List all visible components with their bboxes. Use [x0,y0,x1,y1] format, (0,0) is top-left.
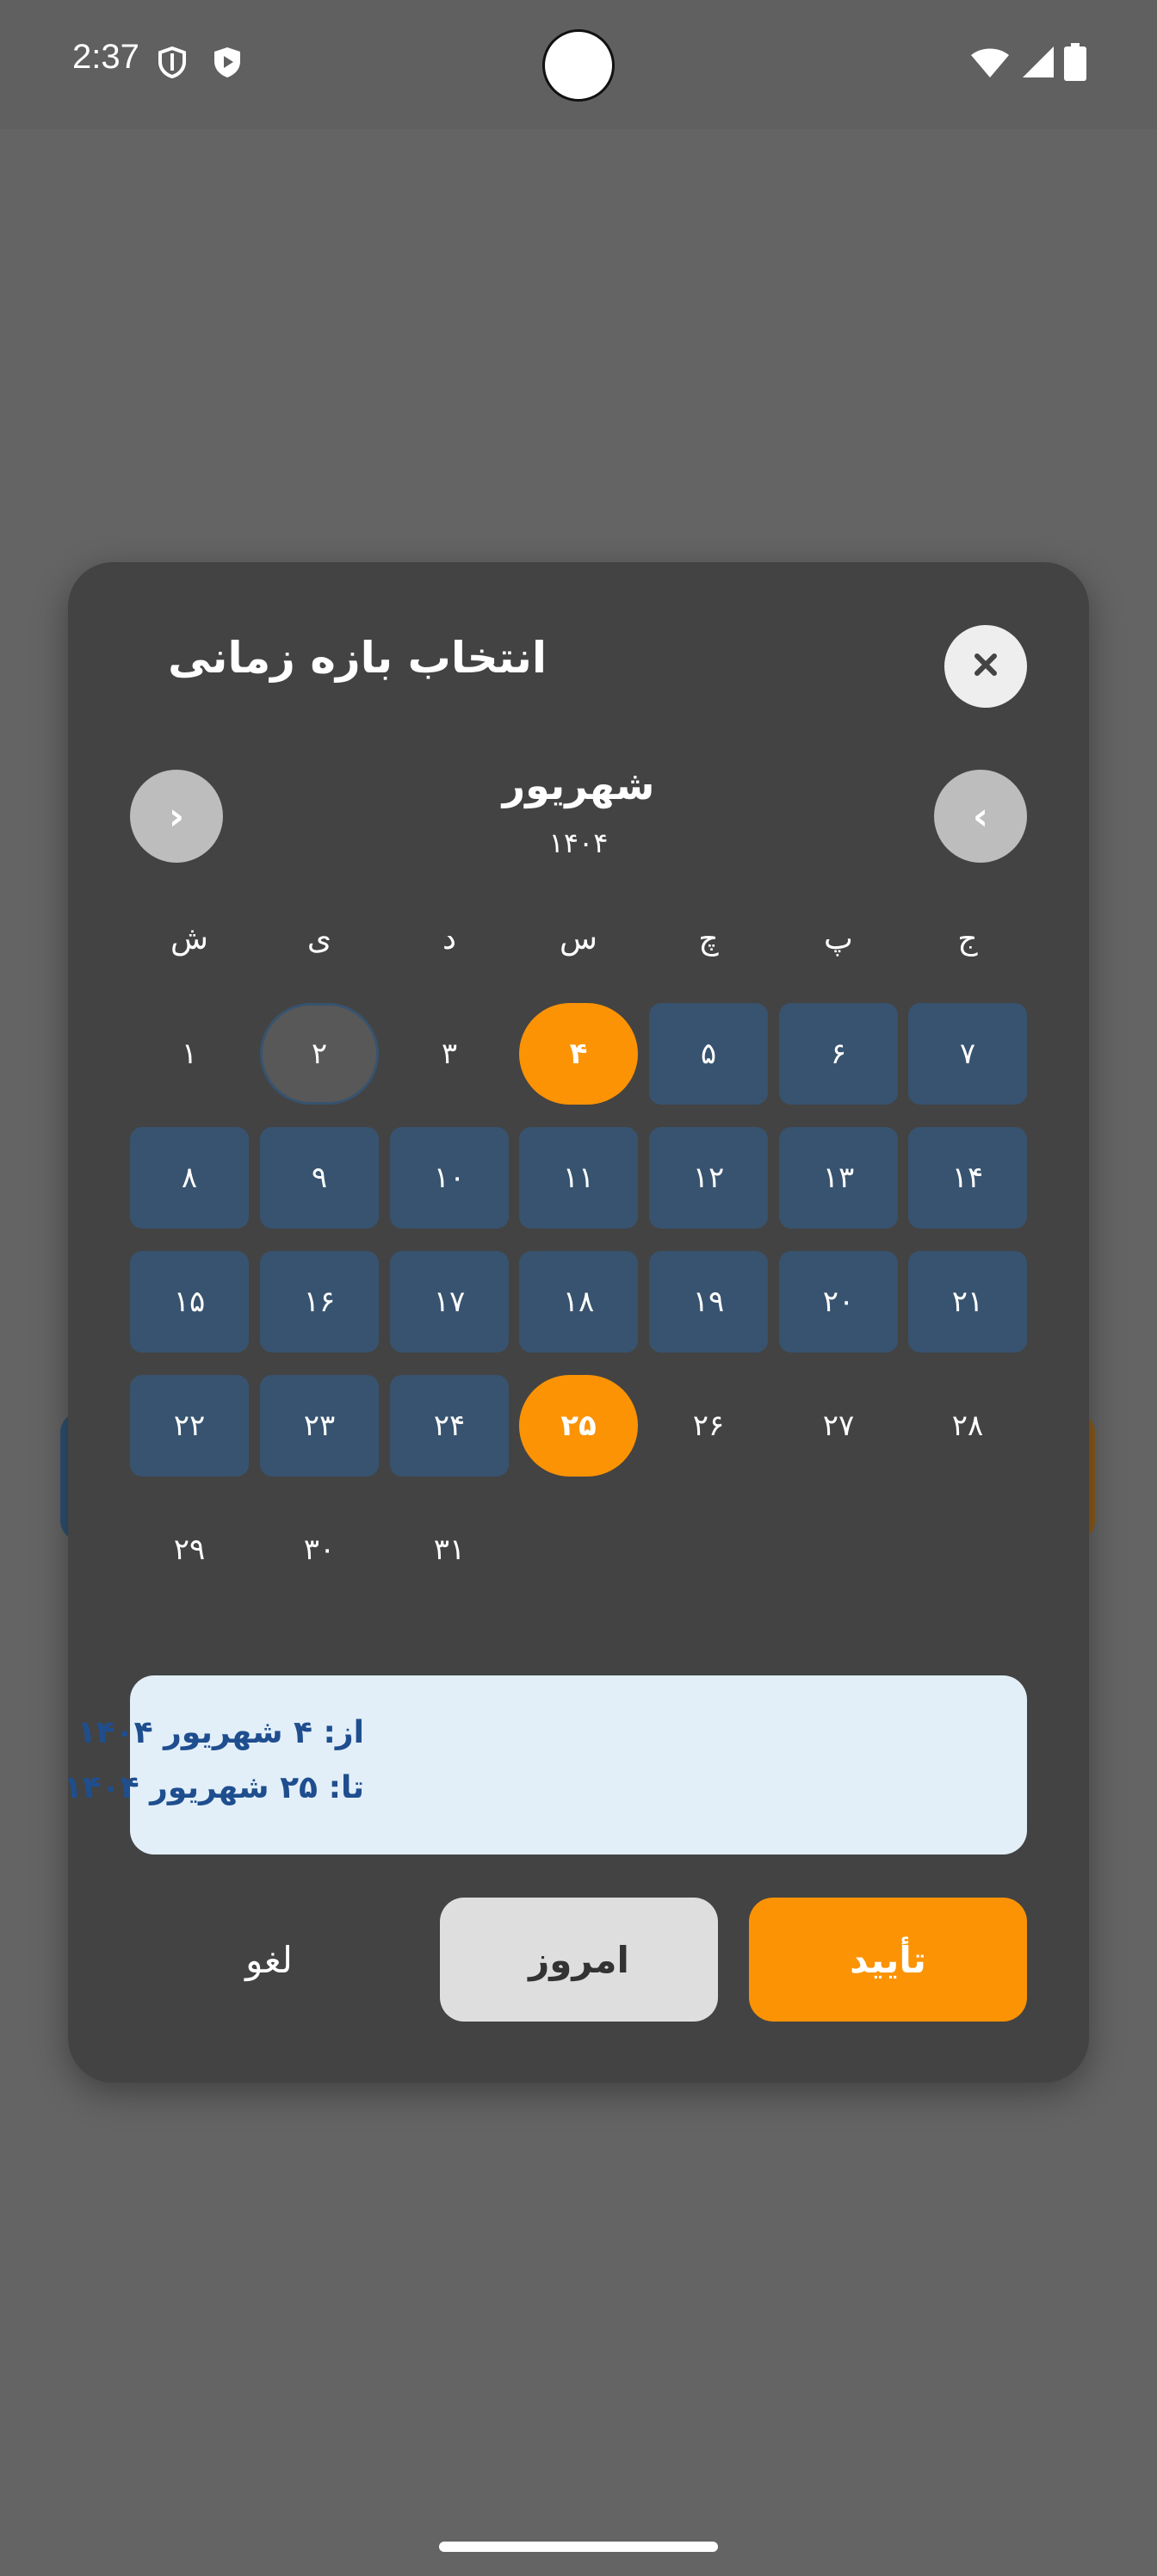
day-cell[interactable]: ۱۰ [390,1127,509,1229]
day-cell[interactable]: ۱ [130,1003,249,1105]
weekday-label: ش [170,921,208,957]
day-cell[interactable]: ۲۴ [390,1375,509,1477]
weekday-label: پ [824,921,853,957]
day-cell[interactable]: ۲۷ [779,1375,898,1477]
signal-icon [1021,45,1055,79]
day-cell[interactable]: ۱۱ [519,1127,638,1229]
day-cell[interactable]: ۳ [390,1003,509,1105]
day-cell[interactable]: ۱۵ [130,1251,249,1353]
range-to: تا: ۲۵ شهریور ۱۴۰۴ [63,1770,364,1805]
day-cell[interactable]: ۳۰ [260,1499,379,1601]
day-cell[interactable]: ۳۱ [390,1499,509,1601]
day-cell[interactable]: ۵ [649,1003,768,1105]
day-cell[interactable]: ۲۱ [908,1251,1027,1353]
day-cell[interactable]: ۲۵ [519,1375,638,1477]
cancel-button[interactable]: لغو [130,1898,408,2022]
day-cell[interactable]: ۲۸ [908,1375,1027,1477]
wifi-icon [969,45,1011,79]
day-cell[interactable]: ۹ [260,1127,379,1229]
weekday-label: ج [957,921,978,957]
close-icon [973,652,999,681]
day-cell[interactable]: ۲۶ [649,1375,768,1477]
status-bar: 2:37 [0,0,1157,129]
day-cell[interactable]: ۱۳ [779,1127,898,1229]
range-summary: از: ۴ شهریور ۱۴۰۴ تا: ۲۵ شهریور ۱۴۰۴ [64,1675,1027,1855]
weekday-label: د [442,921,457,957]
day-cell[interactable]: ۱۸ [519,1251,638,1353]
month-year: ۱۴۰۴ [548,827,609,859]
camera-cutout [542,29,615,102]
weekday-label: چ [698,921,719,957]
day-cell[interactable]: ۲۲ [130,1375,249,1477]
day-cell[interactable]: ۱۷ [390,1251,509,1353]
day-cell[interactable]: ۶ [779,1003,898,1105]
month-name: شهریور [502,762,655,808]
day-cell[interactable]: ۸ [130,1127,249,1229]
weekday-label: ی [306,921,332,957]
shield-icon [155,45,189,79]
day-cell[interactable]: ۲ [260,1003,379,1105]
next-month-button[interactable]: › [130,770,223,863]
day-cell[interactable]: ۱۶ [260,1251,379,1353]
chevron-right-icon: › [168,794,185,839]
chevron-left-icon: ‹ [972,794,989,839]
day-cell[interactable]: ۱۲ [649,1127,768,1229]
confirm-button[interactable]: تأیید [749,1898,1027,2022]
battery-icon [1064,43,1086,81]
day-cell[interactable]: ۲۳ [260,1375,379,1477]
prev-month-button[interactable]: ‹ [934,770,1027,863]
home-indicator[interactable] [439,2542,718,2552]
status-time: 2:37 [72,38,139,76]
day-cell[interactable]: ۱۹ [649,1251,768,1353]
close-button[interactable] [944,625,1027,708]
day-cell[interactable]: ۲۰ [779,1251,898,1353]
day-cell[interactable]: ۲۹ [130,1499,249,1601]
range-from: از: ۴ شهریور ۱۴۰۴ [77,1715,364,1750]
weekday-label: س [560,921,597,957]
today-button[interactable]: امروز [440,1898,718,2022]
day-cell[interactable]: ۴ [519,1003,638,1105]
dialog-title: انتخاب بازه زمانی [168,633,547,683]
day-cell[interactable]: ۷ [908,1003,1027,1105]
screen: 2:37 انتخاب بازه زمانی › ‹ شهریور ۱۴۰۴ ش… [0,0,1157,2576]
play-protect-icon [210,45,244,79]
day-cell[interactable]: ۱۴ [908,1127,1027,1229]
